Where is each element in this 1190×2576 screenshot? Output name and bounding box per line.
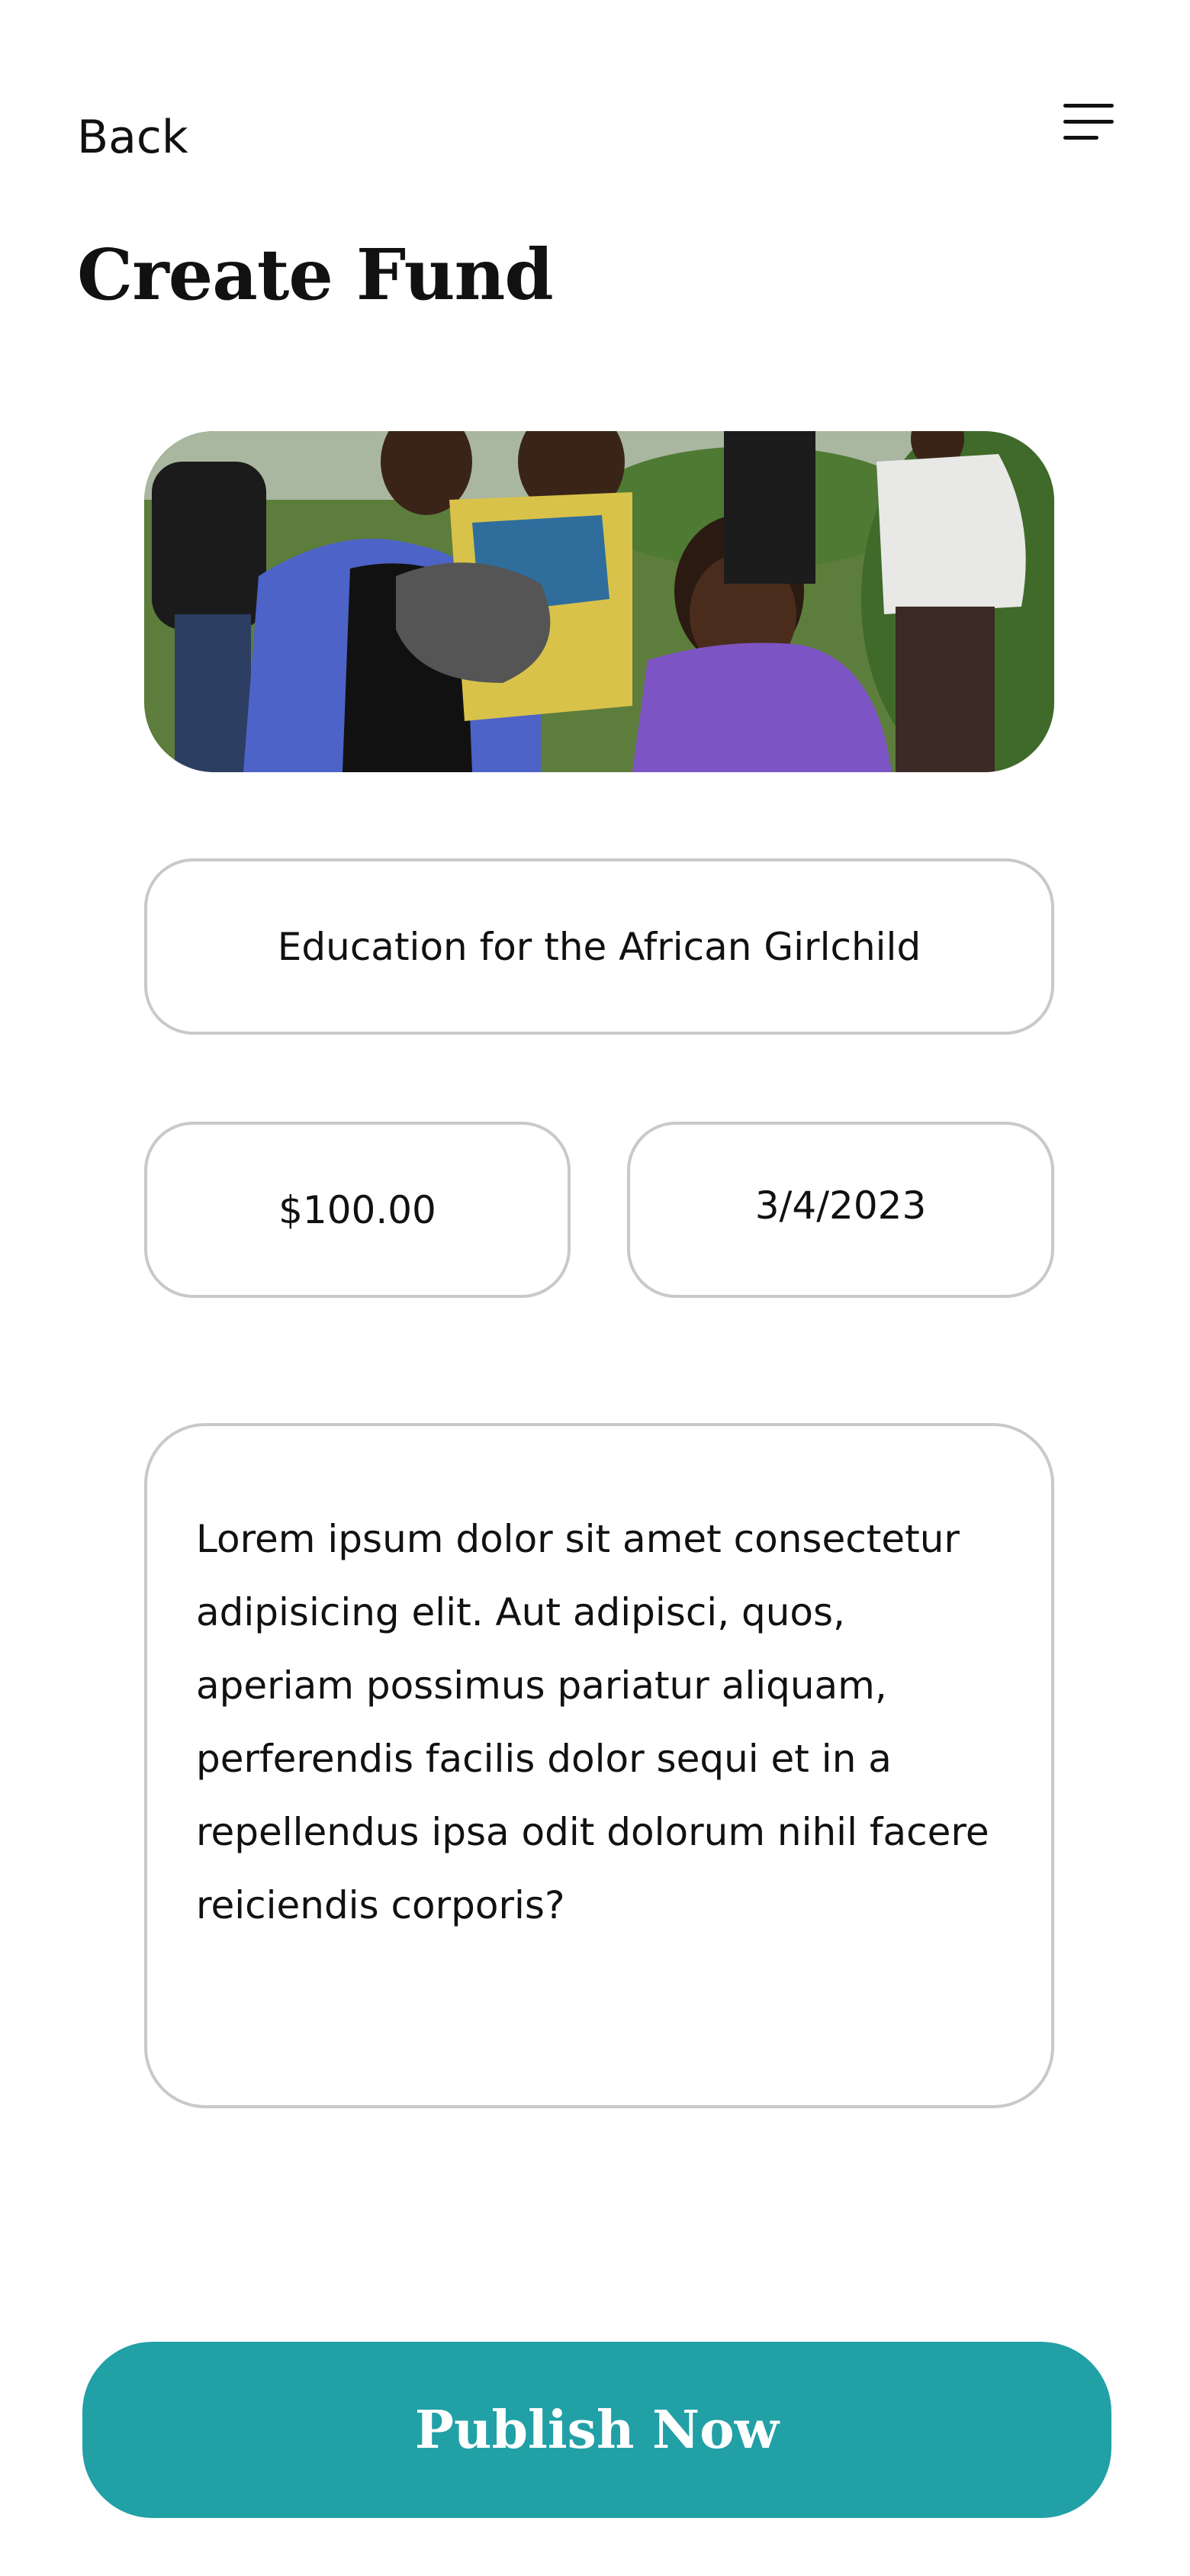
fund-title-value: Education for the African Girlchild [277,924,921,969]
date-input[interactable]: 3/4/2023 [627,1122,1054,1298]
description-value: Lorem ipsum dolor sit amet consectetur a… [196,1517,989,1927]
publish-now-button[interactable]: Publish Now [82,2342,1111,2518]
amount-input[interactable]: $100.00 [144,1122,571,1298]
page-title: Create Fund [77,233,554,316]
fund-title-input[interactable]: Education for the African Girlchild [144,858,1054,1035]
cover-image[interactable] [144,431,1054,772]
description-textarea[interactable]: Lorem ipsum dolor sit amet consectetur a… [144,1423,1054,2108]
hamburger-menu-icon [1063,104,1114,140]
menu-button[interactable] [1062,98,1117,147]
date-value: 3/4/2023 [754,1183,927,1228]
cover-photo [144,431,1054,772]
amount-value: $100.00 [278,1187,436,1232]
back-link[interactable]: Back [77,107,188,168]
